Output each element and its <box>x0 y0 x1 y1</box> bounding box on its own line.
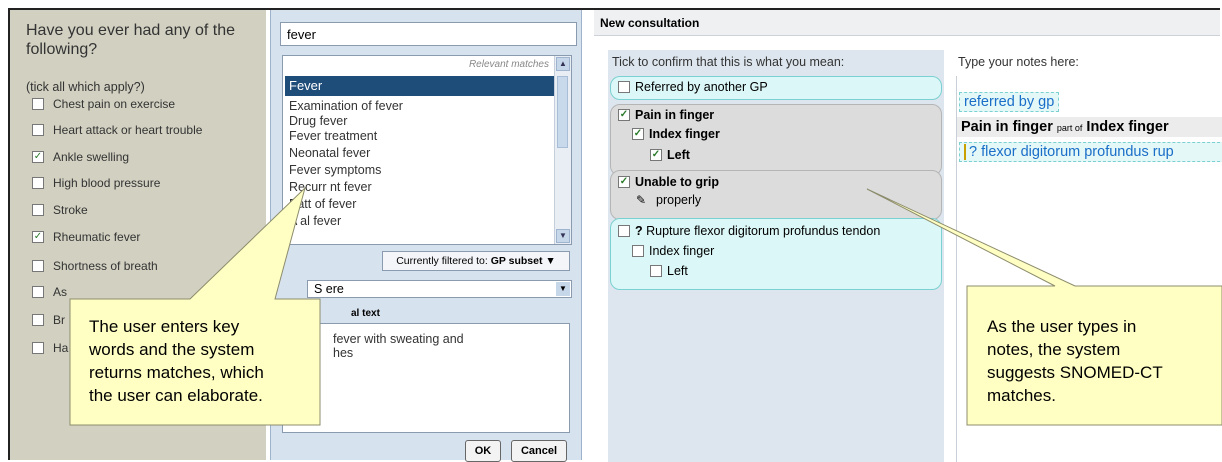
right-callout-text: As the user types in notes, the system s… <box>987 317 1163 405</box>
left-callout-text: The user enters key words and the system… <box>89 317 264 405</box>
